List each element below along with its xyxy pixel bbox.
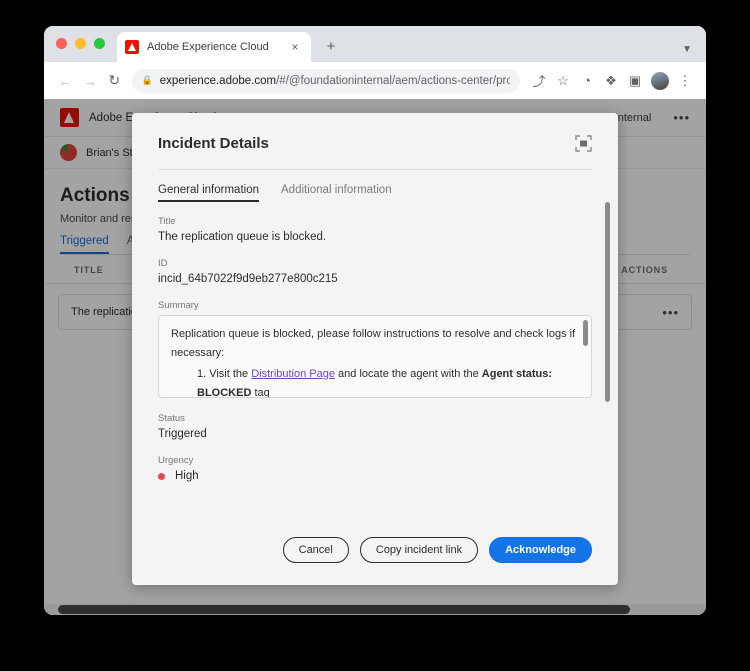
browser-tab-title: Adobe Experience Cloud <box>147 41 269 53</box>
field-urgency-label: Urgency <box>158 455 194 466</box>
close-window-button[interactable] <box>56 38 67 49</box>
url-path: /#/@foundationinternal/aem/actions-cente… <box>276 74 510 87</box>
summary-intro: Replication queue is blocked, please fol… <box>171 328 576 359</box>
modal-overlay[interactable]: Incident Details General information Add… <box>44 99 706 615</box>
field-summary: Summary Replication queue is blocked, pl… <box>158 300 592 398</box>
browser-window: Adobe Experience Cloud × + ▼ ← → ↻ 🔒 exp… <box>44 26 706 615</box>
tab-list-menu-icon[interactable]: ▼ <box>682 44 692 55</box>
dialog-header: Incident Details <box>132 113 618 152</box>
field-id-label: ID <box>158 258 168 269</box>
cancel-button[interactable]: Cancel <box>282 537 349 563</box>
summary-textarea[interactable]: Replication queue is blocked, please fol… <box>158 315 592 398</box>
summary-step-suffix: tag <box>251 386 270 398</box>
address-bar-url: experience.adobe.com/#/@foundationintern… <box>160 75 510 87</box>
field-status-value: Triggered <box>158 428 207 440</box>
field-title-label: Title <box>158 216 176 227</box>
summary-step-mid: and locate the agent with the <box>335 367 482 380</box>
urgency-row: High <box>158 470 592 482</box>
tab-additional-information[interactable]: Additional information <box>281 184 392 202</box>
urgency-status-dot-icon <box>158 472 165 480</box>
maximize-window-button[interactable] <box>94 38 105 49</box>
dialog-scrollbar-thumb[interactable] <box>605 202 610 402</box>
side-panel-icon[interactable]: ▣ <box>624 70 646 92</box>
lock-icon: 🔒 <box>141 75 153 85</box>
share-icon[interactable]: ⤴ <box>528 70 550 92</box>
address-bar[interactable]: 🔒 experience.adobe.com/#/@foundationinte… <box>131 68 520 93</box>
window-traffic-lights <box>56 38 105 49</box>
acknowledge-button[interactable]: Acknowledge <box>489 537 592 563</box>
browser-menu-icon[interactable]: ⋮ <box>674 70 696 92</box>
dialog-title: Incident Details <box>158 135 269 152</box>
browser-tab-strip: Adobe Experience Cloud × + ▼ <box>44 26 706 62</box>
copy-incident-link-button[interactable]: Copy incident link <box>359 537 479 563</box>
incident-details-dialog: Incident Details General information Add… <box>132 113 618 585</box>
dialog-footer: Cancel Copy incident link Acknowledge <box>132 537 618 585</box>
browser-tab[interactable]: Adobe Experience Cloud × <box>117 32 311 62</box>
dialog-tabs: General information Additional informati… <box>132 170 618 202</box>
field-status: Status Triggered <box>158 413 592 440</box>
back-button[interactable]: ← <box>54 69 77 93</box>
tab-general-information[interactable]: General information <box>158 184 259 202</box>
field-id: ID incid_64b7022f9d9eb277e800c215 <box>158 258 592 285</box>
avatar[interactable] <box>651 71 669 90</box>
field-urgency: Urgency High <box>158 455 592 482</box>
field-summary-label: Summary <box>158 300 199 311</box>
close-tab-icon[interactable]: × <box>287 39 303 55</box>
summary-step-prefix: 1. Visit the <box>197 367 252 380</box>
browser-toolbar: ← → ↻ 🔒 experience.adobe.com/#/@foundati… <box>44 62 706 99</box>
minimize-window-button[interactable] <box>75 38 86 49</box>
field-urgency-value: High <box>175 470 199 482</box>
summary-content: Replication queue is blocked, please fol… <box>171 325 579 398</box>
distribution-page-link[interactable]: Distribution Page <box>251 368 335 380</box>
url-domain: experience.adobe.com <box>159 74 277 87</box>
dialog-body: Title The replication queue is blocked. … <box>132 202 618 537</box>
forward-button[interactable]: → <box>79 69 102 93</box>
field-title: Title The replication queue is blocked. <box>158 216 592 243</box>
extensions-puzzle-icon[interactable]: ❖ <box>600 70 622 92</box>
summary-step-1: 1. Visit the Distribution Page and locat… <box>171 365 579 398</box>
field-id-value: incid_64b7022f9d9eb277e800c215 <box>158 273 338 285</box>
new-tab-button[interactable]: + <box>321 36 341 56</box>
bookmark-star-icon[interactable]: ☆ <box>552 70 574 92</box>
reload-button[interactable]: ↻ <box>103 69 126 93</box>
summary-scrollbar-thumb[interactable] <box>583 320 588 346</box>
field-status-label: Status <box>158 413 185 424</box>
page-viewport: Adobe Experience Cloud ⌄ Foundation Inte… <box>44 99 706 615</box>
privacy-shield-icon[interactable]: ◔ <box>576 70 598 92</box>
fullscreen-icon-svg <box>575 135 592 152</box>
fullscreen-icon[interactable] <box>575 135 592 152</box>
adobe-logo-icon <box>125 40 139 54</box>
field-title-value: The replication queue is blocked. <box>158 231 327 243</box>
